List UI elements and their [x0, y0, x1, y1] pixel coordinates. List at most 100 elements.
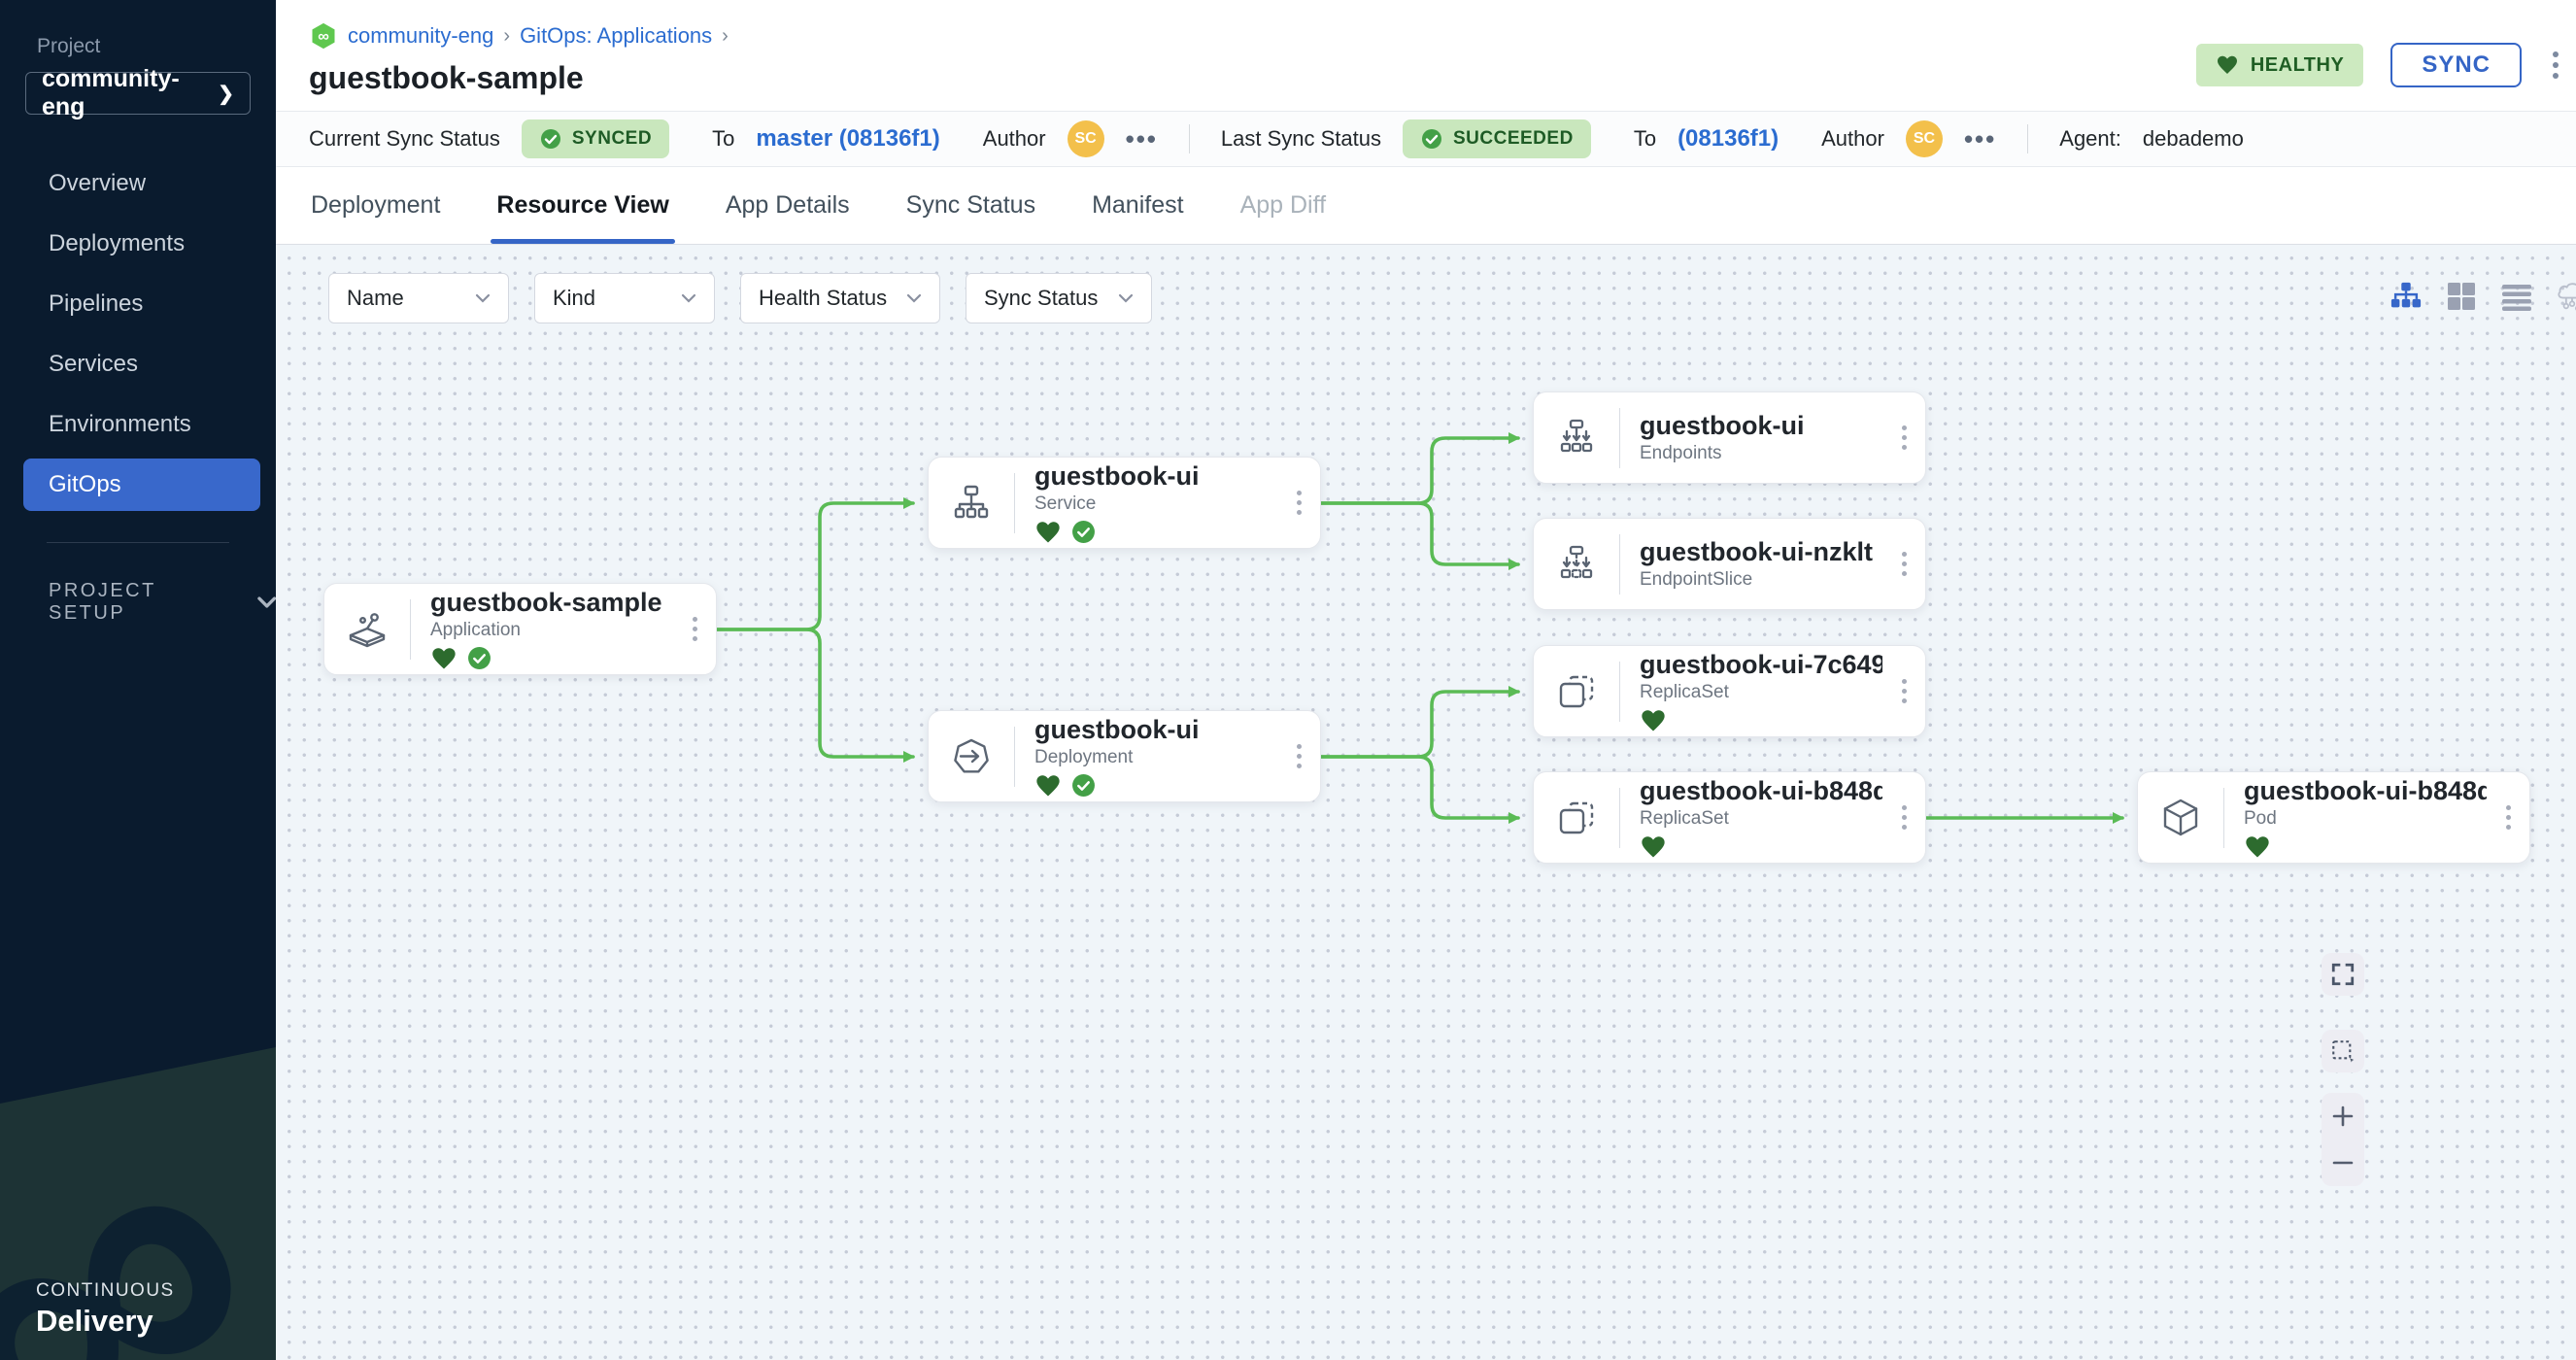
current-sync-target-link[interactable]: master (08136f1)	[756, 125, 939, 153]
sidebar-item-gitops[interactable]: GitOps	[0, 455, 276, 515]
node-title: guestbook-ui-nzklt	[1640, 537, 1882, 566]
health-status-badge: HEALTHY	[2196, 44, 2363, 86]
node-kind: Service	[1034, 493, 1277, 515]
last-sync-status-label: Last Sync Status	[1221, 126, 1381, 152]
endpointslice-icon	[1534, 542, 1619, 587]
resource-node-replicaset-7c64987dc9[interactable]: guestbook-ui-7c64987dc9 ReplicaSet	[1533, 645, 1926, 737]
last-sync-target-link[interactable]: (08136f1)	[1678, 125, 1779, 153]
to-label: To	[1634, 126, 1656, 152]
node-kind: Deployment	[1034, 747, 1277, 768]
marquee-select-button[interactable]	[2322, 1030, 2364, 1072]
resource-node-deployment[interactable]: guestbook-ui Deployment	[928, 710, 1321, 802]
node-status-icons	[1034, 520, 1277, 545]
node-title: guestbook-ui	[1034, 461, 1277, 491]
commit-message-ellipsis[interactable]: •••	[1964, 126, 1996, 152]
agent-label: Agent:	[2059, 126, 2121, 152]
module-branding: CONTINUOUS Delivery	[36, 1280, 175, 1339]
sidebar-item-deployments[interactable]: Deployments	[0, 214, 276, 274]
page-header: ∞ community-eng › GitOps: Applications ›…	[276, 0, 2576, 111]
node-kind: Endpoints	[1640, 443, 1882, 464]
node-status-icons	[1640, 834, 1882, 860]
resource-node-application[interactable]: guestbook-sample Application	[323, 583, 717, 675]
sidebar-item-overview[interactable]: Overview	[0, 153, 276, 214]
check-circle-icon	[1420, 127, 1443, 151]
author-avatar: SC	[1068, 120, 1104, 157]
node-status-icons	[2244, 834, 2487, 860]
zoom-in-button[interactable]	[2322, 1095, 2364, 1138]
replicaset-icon	[1534, 796, 1619, 840]
chevron-right-icon: ❯	[218, 82, 234, 106]
breadcrumb-link-gitops-applications[interactable]: GitOps: Applications	[520, 23, 712, 49]
author-avatar: SC	[1906, 120, 1943, 157]
sync-status-bar: Current Sync Status SYNCED To master (08…	[276, 111, 2576, 167]
divider	[2027, 124, 2028, 153]
node-menu-button[interactable]	[673, 617, 716, 641]
healthy-heart-icon	[1640, 834, 1667, 860]
node-title: guestbook-ui	[1640, 411, 1882, 440]
node-menu-button[interactable]	[1277, 491, 1320, 515]
module-name-top: CONTINUOUS	[36, 1280, 175, 1302]
chevron-down-icon	[257, 596, 276, 608]
node-menu-button[interactable]	[1882, 425, 1925, 450]
current-sync-status-label: Current Sync Status	[309, 126, 500, 152]
tab-app-diff: App Diff	[1240, 167, 1326, 244]
main-panel: ∞ community-eng › GitOps: Applications ›…	[276, 0, 2576, 1360]
sidebar-item-environments[interactable]: Environments	[0, 394, 276, 455]
healthy-heart-icon	[1034, 773, 1062, 799]
fullscreen-button[interactable]	[2322, 953, 2364, 996]
project-setup-toggle[interactable]: PROJECT SETUP	[49, 580, 276, 625]
node-title: guestbook-ui-b848d5d9...	[2244, 776, 2487, 805]
node-kind: Application	[430, 620, 673, 641]
zoom-out-button[interactable]	[2322, 1141, 2364, 1184]
tab-bar: Deployment Resource View App Details Syn…	[276, 167, 2576, 245]
sidebar-item-pipelines[interactable]: Pipelines	[0, 274, 276, 334]
succeeded-badge: SUCCEEDED	[1403, 119, 1591, 158]
resource-node-pod[interactable]: guestbook-ui-b848d5d9... Pod	[2137, 771, 2530, 864]
healthy-heart-icon	[1640, 708, 1667, 733]
resource-tree-canvas[interactable]: Name Kind Health Status Sync Status	[276, 245, 2576, 1360]
synced-badge: SYNCED	[522, 119, 669, 158]
tab-resource-view[interactable]: Resource View	[496, 167, 668, 244]
node-menu-button[interactable]	[1882, 805, 1925, 830]
healthy-heart-icon	[2244, 834, 2271, 860]
more-options-kebab-icon[interactable]	[2549, 48, 2562, 83]
divider	[47, 542, 229, 543]
node-status-icons	[430, 646, 673, 671]
resource-node-endpoints[interactable]: guestbook-ui Endpoints	[1533, 391, 1926, 484]
sidebar-nav: Overview Deployments Pipelines Services …	[0, 153, 276, 515]
app-root: Project community-eng ❯ Overview Deploym…	[0, 0, 2576, 1360]
synced-check-icon	[1071, 773, 1096, 798]
tab-app-details[interactable]: App Details	[726, 167, 850, 244]
node-kind: EndpointSlice	[1640, 569, 1882, 591]
tab-sync-status[interactable]: Sync Status	[906, 167, 1035, 244]
node-menu-button[interactable]	[1882, 679, 1925, 703]
service-icon	[929, 481, 1014, 526]
application-icon	[324, 607, 410, 652]
zoom-control	[2322, 1093, 2364, 1186]
sidebar-item-services[interactable]: Services	[0, 334, 276, 394]
node-title: guestbook-ui-b848d5d9d	[1640, 776, 1882, 805]
resource-node-endpointslice[interactable]: guestbook-ui-nzklt EndpointSlice	[1533, 518, 1926, 610]
tab-deployment[interactable]: Deployment	[311, 167, 440, 244]
project-selector[interactable]: community-eng ❯	[25, 72, 251, 115]
resource-node-service[interactable]: guestbook-ui Service	[928, 457, 1321, 549]
synced-check-icon	[1071, 520, 1096, 544]
to-label: To	[712, 126, 734, 152]
endpoints-icon	[1534, 416, 1619, 460]
node-menu-button[interactable]	[1882, 552, 1925, 576]
sync-button[interactable]: SYNC	[2390, 43, 2522, 87]
node-status-icons	[1640, 708, 1882, 733]
healthy-heart-icon	[430, 646, 458, 671]
breadcrumb-link-project[interactable]: community-eng	[348, 23, 493, 49]
author-label: Author	[1821, 126, 1884, 152]
breadcrumb-chevron: ›	[722, 25, 729, 48]
node-kind: ReplicaSet	[1640, 682, 1882, 703]
tab-manifest[interactable]: Manifest	[1092, 167, 1183, 244]
commit-message-ellipsis[interactable]: •••	[1126, 126, 1158, 152]
node-menu-button[interactable]	[2487, 805, 2529, 830]
project-label: Project	[37, 35, 276, 58]
heart-icon	[2216, 54, 2239, 76]
module-name-bottom: Delivery	[36, 1304, 175, 1339]
resource-node-replicaset-b848d5d9d[interactable]: guestbook-ui-b848d5d9d ReplicaSet	[1533, 771, 1926, 864]
node-menu-button[interactable]	[1277, 744, 1320, 768]
